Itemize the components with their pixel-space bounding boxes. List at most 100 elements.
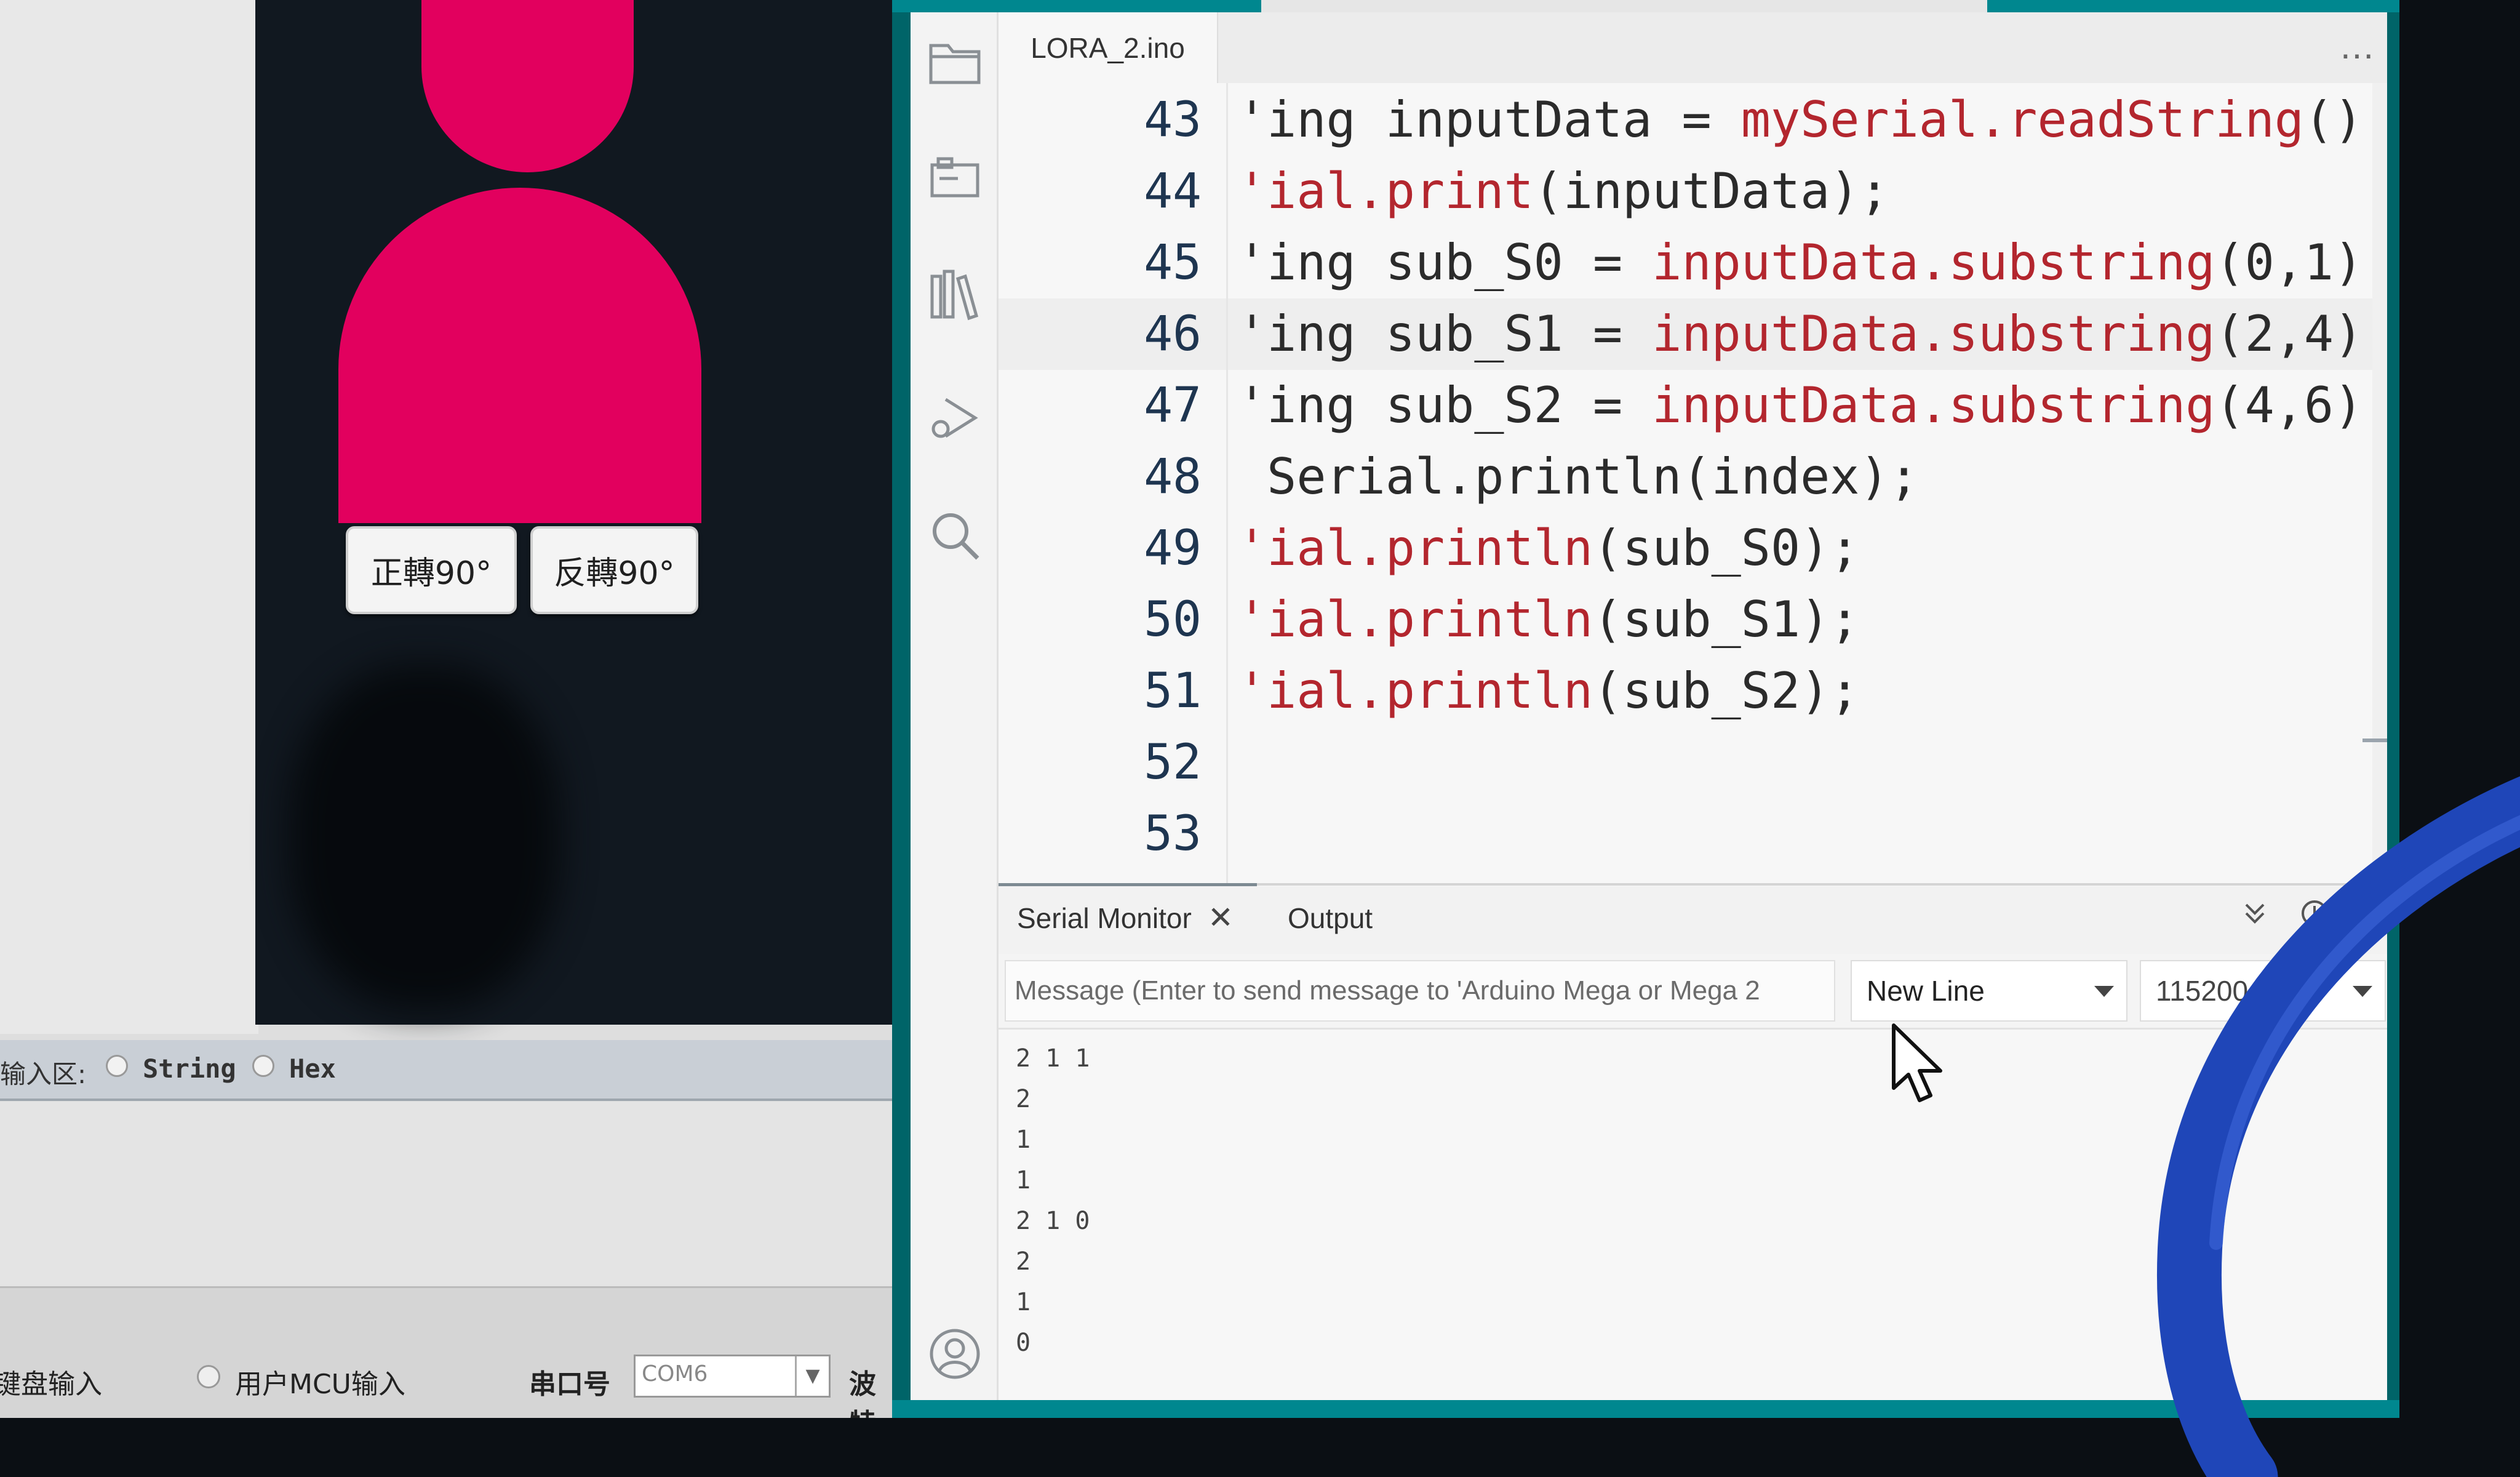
code-line[interactable]: 43 'ing inputData = mySerial.readString()…	[999, 84, 2387, 156]
file-tab[interactable]: LORA_2.ino	[999, 12, 1218, 83]
code-token: (sub_S2);	[1592, 662, 1860, 719]
output-line: 2 1 1	[1016, 1044, 1090, 1073]
port-value: COM6	[642, 1361, 708, 1387]
code-token: (inputData);	[1533, 162, 1889, 220]
code-token: 'ial.	[1237, 591, 1386, 648]
output-line: 1	[1016, 1166, 1031, 1195]
file-tab-label: LORA_2.ino	[1031, 31, 1185, 64]
code-editor[interactable]: 43 'ing inputData = mySerial.readString()…	[999, 83, 2387, 883]
code-line[interactable]: 44 'ial.print(inputData);	[999, 156, 2387, 227]
code-line[interactable]: 49 'ial.println(sub_S0);	[999, 513, 2387, 584]
close-icon[interactable]: ✕	[1208, 900, 1234, 935]
user-mcu-input-label: 用户MCU输入	[235, 1369, 405, 1400]
code-token: Serial.println(index);	[1237, 448, 1919, 505]
tab-serial-monitor[interactable]: Serial Monitor	[1017, 902, 1192, 935]
code-token: 'ial.	[1237, 162, 1386, 220]
serial-assistant-window: 正轉90° 反轉90° 输入区: String Hex 键盘输入 用户MCU输入…	[0, 0, 892, 1418]
line-number: 50	[1144, 592, 1202, 647]
code-token: 'ing inputData =	[1237, 91, 1741, 148]
blue-cable-overlay	[2156, 776, 2520, 1477]
code-token: inputData.substring	[1652, 305, 2215, 362]
code-text: 'ial.println(sub_S1);	[1237, 584, 1859, 655]
code-token: (sub_S0);	[1592, 519, 1860, 577]
code-line[interactable]: 47 'ing sub_S2 = inputData.substring(4,6)…	[999, 370, 2387, 441]
scrollbar-marker	[2362, 738, 2387, 742]
input-section-bar: 输入区: String Hex	[0, 1040, 892, 1101]
mouse-cursor-icon	[1892, 1023, 1942, 1102]
input-section-label: 输入区:	[0, 1059, 87, 1089]
message-placeholder: Message (Enter to send message to 'Ardui…	[1015, 975, 1760, 1006]
folder-icon[interactable]	[924, 31, 986, 92]
code-line[interactable]: 46 'ing sub_S1 = inputData.substring(2,4)…	[999, 298, 2387, 370]
line-number: 49	[1144, 521, 1202, 576]
code-text: 'ing sub_S2 = inputData.substring(4,6);	[1237, 370, 2387, 441]
code-token: println	[1385, 591, 1593, 648]
code-text: 'ing sub_S1 = inputData.substring(2,4);	[1237, 298, 2387, 370]
output-line: 1	[1016, 1126, 1031, 1154]
line-number: 51	[1144, 663, 1202, 719]
message-input[interactable]: Message (Enter to send message to 'Ardui…	[1005, 960, 1835, 1022]
account-icon[interactable]	[924, 1323, 986, 1385]
line-ending-select[interactable]: New Line	[1851, 960, 2127, 1022]
left-background	[0, 0, 258, 1034]
tab-output[interactable]: Output	[1288, 902, 1373, 935]
code-line[interactable]: 51 'ial.println(sub_S2);	[999, 655, 2387, 727]
code-token: (sub_S1);	[1592, 591, 1860, 648]
left-bottom-bar: 键盘输入 用户MCU输入 串口号 COM6 ▼ 波特	[0, 1286, 892, 1418]
board-icon[interactable]	[924, 148, 986, 209]
code-token: (2,4);	[2215, 305, 2387, 362]
line-number: 52	[1144, 735, 1202, 790]
line-number: 43	[1144, 92, 1202, 148]
code-text: 'ial.println(sub_S2);	[1237, 655, 1859, 727]
output-line: 0	[1016, 1329, 1031, 1357]
search-icon[interactable]	[924, 505, 986, 566]
line-number: 53	[1144, 806, 1202, 862]
code-token: 'ial.	[1237, 519, 1386, 577]
gutter-divider	[1226, 83, 1228, 883]
code-token: 'ing sub_S1 =	[1237, 305, 1653, 362]
code-line[interactable]: 50 'ial.println(sub_S1);	[999, 584, 2387, 655]
code-line[interactable]: 45 'ing sub_S0 = inputData.substring(0,1)…	[999, 227, 2387, 298]
send-textarea[interactable]	[0, 1102, 892, 1286]
editor-tab-strip: LORA_2.ino ...	[999, 12, 2387, 83]
activity-bar	[911, 12, 999, 1409]
code-token: 'ing sub_S2 =	[1237, 377, 1653, 434]
hex-radio[interactable]	[252, 1055, 274, 1077]
hex-radio-label: Hex	[289, 1054, 336, 1084]
user-mcu-radio[interactable]	[197, 1365, 220, 1388]
output-line: 2	[1016, 1247, 1031, 1276]
port-label: 串口号	[529, 1369, 610, 1400]
code-token: println	[1385, 662, 1593, 719]
debug-icon[interactable]	[924, 388, 986, 449]
output-line: 2	[1016, 1085, 1031, 1113]
code-text: 'ial.println(sub_S0);	[1237, 513, 1859, 584]
editor-scrollbar[interactable]	[2372, 83, 2387, 883]
line-number: 45	[1144, 235, 1202, 290]
code-token: mySerial.readString	[1740, 91, 2304, 148]
code-text: 'ing sub_S0 = inputData.substring(0,1);	[1237, 227, 2387, 298]
port-select[interactable]: COM6 ▼	[634, 1355, 831, 1398]
code-token: print	[1385, 162, 1534, 220]
code-token: (4,6);	[2215, 377, 2387, 434]
more-actions-icon[interactable]: ...	[2340, 25, 2375, 67]
code-text: 'ing inputData = mySerial.readString();	[1237, 84, 2387, 156]
code-line[interactable]: 48 Serial.println(index);	[999, 441, 2387, 513]
line-ending-value: New Line	[1867, 975, 1985, 1007]
code-text: Serial.println(index);	[1237, 441, 1919, 513]
hand-shadow	[289, 665, 560, 1009]
ide-title-bar-segment	[1261, 0, 1987, 12]
code-token: inputData.substring	[1652, 234, 2215, 291]
line-number: 47	[1144, 378, 1202, 433]
baud-label: 波特	[849, 1369, 876, 1418]
library-icon[interactable]	[924, 265, 986, 326]
string-radio[interactable]	[106, 1055, 128, 1077]
rotate-ccw-button[interactable]: 反轉90°	[530, 526, 698, 614]
code-token: inputData.substring	[1652, 377, 2215, 434]
keyboard-input-label: 键盘输入	[0, 1369, 102, 1400]
rotate-cw-button[interactable]: 正轉90°	[346, 526, 517, 614]
chevron-down-icon[interactable]: ▼	[795, 1356, 829, 1396]
output-line: 2 1 0	[1016, 1207, 1090, 1235]
code-token: 'ing sub_S0 =	[1237, 234, 1653, 291]
string-radio-label: String	[143, 1054, 236, 1084]
code-text: 'ial.print(inputData);	[1237, 156, 1889, 227]
